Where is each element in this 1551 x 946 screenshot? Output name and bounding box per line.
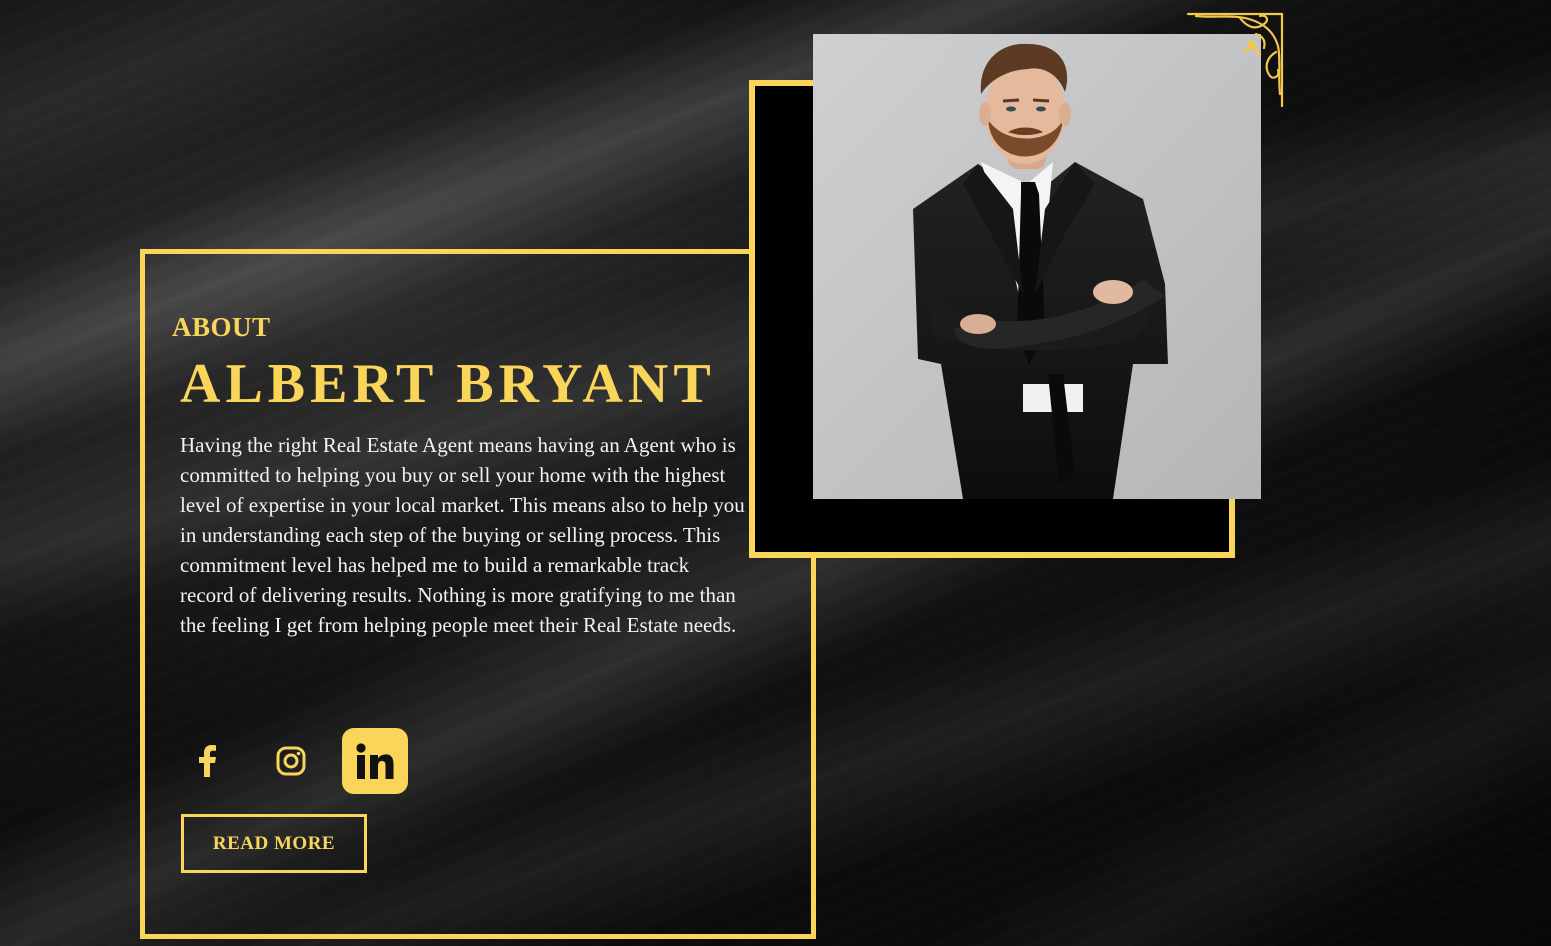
linkedin-link[interactable]: [342, 728, 408, 794]
linkedin-icon: [356, 743, 394, 779]
section-eyebrow-label: ABOUT: [172, 312, 271, 342]
facebook-icon: [199, 745, 216, 777]
social-links: [174, 728, 408, 794]
agent-name-heading: ALBERT BRYANT: [180, 353, 716, 415]
instagram-icon: [276, 746, 306, 776]
facebook-link[interactable]: [174, 728, 240, 794]
read-more-button[interactable]: READ MORE: [181, 814, 367, 873]
corner-ornament-icon: [1186, 10, 1286, 110]
agent-bio-paragraph: Having the right Real Estate Agent means…: [180, 433, 745, 637]
instagram-link[interactable]: [258, 728, 324, 794]
about-section: ABOUT ALBERT BRYANT Having the right Rea…: [0, 0, 1551, 946]
